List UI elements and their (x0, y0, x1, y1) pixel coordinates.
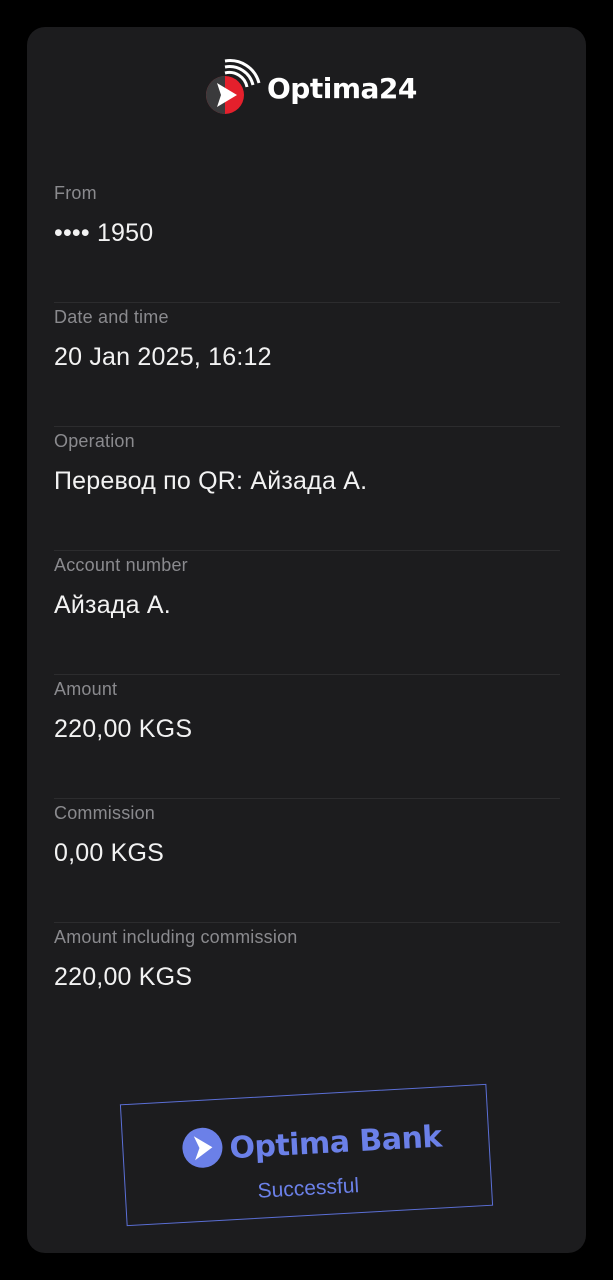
field-amount: Amount 220,00 KGS (54, 675, 560, 799)
amount-label: Amount (54, 679, 118, 699)
field-amount-including-commission: Amount including commission 220,00 KGS (54, 923, 560, 1047)
field-account-number: Account number Айзада А. (54, 551, 560, 675)
amount-including-commission-value: 220,00 KGS (54, 963, 193, 991)
account-number-label: Account number (54, 555, 188, 575)
optima24-logo-text: Optima24 (267, 71, 417, 105)
commission-value: 0,00 KGS (54, 839, 164, 867)
account-number-value: Айзада А. (54, 591, 171, 619)
optima-bank-arrow-icon (180, 1126, 225, 1175)
field-operation: Operation Перевод по QR: Айзада А. (54, 427, 560, 551)
success-stamp: Optima Bank Successful (119, 1083, 494, 1227)
operation-value: Перевод по QR: Айзада А. (54, 467, 368, 495)
receipt-card: Optima24 From •••• 1950 Date and time 20… (27, 27, 586, 1253)
from-value: •••• 1950 (54, 219, 154, 247)
field-date-time: Date and time 20 Jan 2025, 16:12 (54, 303, 560, 427)
optima24-logo-icon (203, 51, 263, 115)
amount-including-commission-label: Amount including commission (54, 927, 298, 947)
amount-value: 220,00 KGS (54, 715, 193, 743)
transaction-details: From •••• 1950 Date and time 20 Jan 2025… (54, 179, 560, 1047)
stamp-logo: Optima Bank (180, 1113, 443, 1174)
date-time-label: Date and time (54, 307, 169, 327)
optima24-logo: Optima24 (203, 51, 417, 115)
commission-label: Commission (54, 803, 156, 823)
field-from: From •••• 1950 (54, 179, 560, 303)
from-label: From (54, 183, 97, 203)
stamp-bank-name: Optima Bank (228, 1119, 443, 1167)
date-time-value: 20 Jan 2025, 16:12 (54, 343, 272, 371)
stamp-status: Successful (257, 1174, 360, 1203)
field-commission: Commission 0,00 KGS (54, 799, 560, 923)
operation-label: Operation (54, 431, 135, 451)
